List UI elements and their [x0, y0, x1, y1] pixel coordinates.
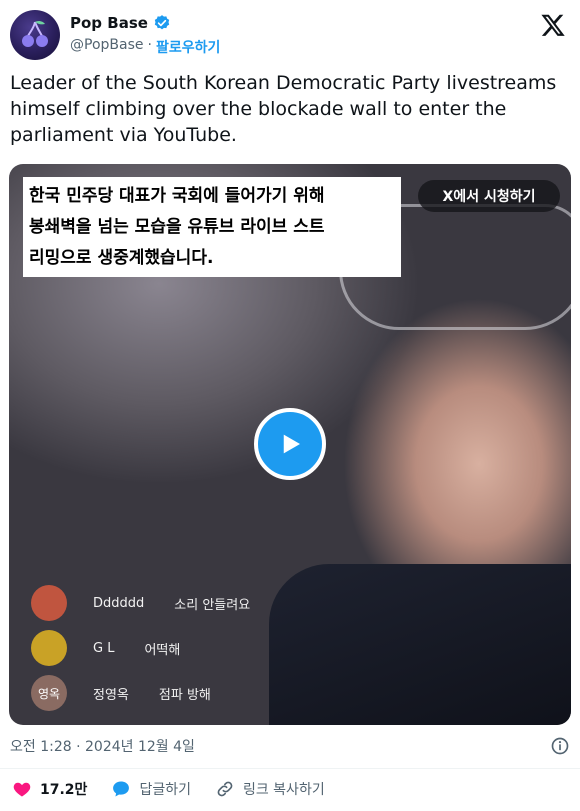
- play-button[interactable]: [254, 408, 326, 480]
- info-icon[interactable]: [550, 736, 570, 756]
- reply-label: 답글하기: [139, 782, 191, 798]
- watch-on-x-button[interactable]: X에서 시청하기: [418, 180, 560, 212]
- reply-button[interactable]: 답글하기: [111, 779, 191, 799]
- copy-link-label: 링크 복사하기: [242, 782, 325, 798]
- comment-user: Dddddd: [93, 595, 145, 611]
- reply-bubble-icon: [113, 781, 130, 797]
- handle[interactable]: @PopBase: [70, 37, 144, 57]
- heart-icon: [13, 782, 31, 797]
- caption-line: 한국 민주당 대표가 국회에 들어가기 위해: [29, 186, 325, 206]
- comment-message: 어떡해: [144, 642, 181, 658]
- live-comment: G L 어떡해: [31, 630, 180, 666]
- play-icon: [283, 434, 300, 454]
- display-name[interactable]: Pop Base: [70, 14, 148, 32]
- comment-avatar: 영옥: [31, 675, 67, 711]
- comment-avatar: [31, 585, 67, 621]
- comment-user: 정영옥: [93, 687, 129, 703]
- tweet-header: Pop Base @PopBase · 팔로우하기: [10, 10, 570, 60]
- link-icon: [217, 781, 233, 797]
- divider: [0, 768, 580, 769]
- comment-message: 점파 방해: [158, 687, 211, 703]
- comment-avatar: [31, 630, 67, 666]
- cherry-logo-icon: [22, 20, 48, 47]
- comment-user: G L: [93, 640, 115, 656]
- comment-message: 소리 안들려요: [174, 597, 251, 613]
- video-player[interactable]: 한국 민주당 대표가 국회에 들어가기 위해 봉쇄벽을 넘는 모습을 유튜브 라…: [9, 164, 571, 725]
- separator: ·: [147, 37, 152, 53]
- live-comment: Dddddd 소리 안들려요: [31, 585, 250, 621]
- verified-badge-icon: [154, 15, 170, 30]
- action-bar: 17.2만 답글하기 링크 복사하기: [12, 779, 349, 799]
- timestamp[interactable]: 오전 1:28 · 2024년 12월 4일: [10, 736, 195, 756]
- caption-line: 리밍으로 생중계했습니다.: [29, 248, 214, 268]
- like-button[interactable]: 17.2만: [12, 779, 87, 799]
- follow-button[interactable]: 팔로우하기: [156, 37, 220, 57]
- coat-detail: [269, 564, 571, 725]
- x-logo-icon[interactable]: [540, 12, 566, 38]
- like-count: 17.2만: [40, 782, 88, 798]
- tweet-text: Leader of the South Korean Democratic Pa…: [10, 72, 557, 146]
- video-caption: 한국 민주당 대표가 국회에 들어가기 위해 봉쇄벽을 넘는 모습을 유튜브 라…: [23, 177, 401, 277]
- caption-line: 봉쇄벽을 넘는 모습을 유튜브 라이브 스트: [29, 217, 325, 237]
- avatar[interactable]: [10, 10, 60, 60]
- live-comment: 영옥 정영옥 점파 방해: [31, 675, 211, 711]
- copy-link-button[interactable]: 링크 복사하기: [215, 779, 325, 799]
